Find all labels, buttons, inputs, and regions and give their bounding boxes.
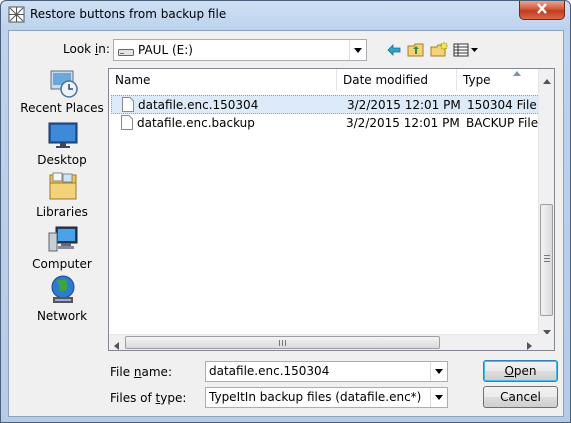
file-type: BACKUP File	[466, 116, 539, 130]
place-label: Libraries	[36, 205, 88, 219]
place-libraries[interactable]: Libraries	[17, 171, 107, 221]
place-network[interactable]: Network	[17, 275, 107, 325]
look-in-value: PAUL (E:)	[138, 43, 193, 57]
look-in-label: Look in:	[63, 42, 110, 56]
file-name-combo[interactable]: datafile.enc.150304	[205, 361, 448, 382]
place-computer[interactable]: Computer	[17, 223, 107, 273]
window-title: Restore buttons from backup file	[30, 7, 227, 21]
chevron-down-icon[interactable]	[430, 388, 447, 407]
file-name: datafile.enc.150304	[138, 98, 259, 112]
column-label: Name	[115, 73, 151, 87]
close-button[interactable]	[519, 1, 565, 20]
horizontal-scroll-thumb[interactable]	[125, 336, 440, 349]
new-folder-icon[interactable]	[428, 40, 450, 60]
view-menu-icon[interactable]	[452, 40, 480, 60]
places-bar: Recent Places Desktop Libraries Computer	[17, 67, 107, 337]
scroll-up-icon[interactable]	[543, 73, 551, 87]
file-date: 3/2/2015 12:01 PM	[347, 98, 461, 112]
place-recent-places[interactable]: Recent Places	[17, 67, 107, 117]
network-icon	[47, 275, 79, 307]
place-label: Network	[36, 309, 88, 323]
look-in-combo[interactable]: PAUL (E:)	[113, 39, 367, 61]
computer-icon	[47, 223, 79, 255]
desktop-icon	[47, 119, 79, 151]
files-of-type-label: Files of type:	[110, 391, 187, 405]
file-icon	[122, 97, 134, 112]
horizontal-scrollbar[interactable]	[109, 334, 539, 350]
close-icon	[536, 3, 548, 17]
scroll-left-icon[interactable]	[114, 339, 119, 353]
file-name-value: datafile.enc.150304	[209, 364, 330, 378]
recent-places-icon	[47, 67, 79, 99]
open-button[interactable]: Open	[483, 360, 558, 382]
file-row[interactable]: datafile.enc.150304 3/2/2015 12:01 PM 15…	[111, 95, 540, 114]
column-header-date[interactable]: Date modified	[337, 69, 457, 91]
chevron-down-icon[interactable]	[430, 362, 447, 381]
files-of-type-value: TypeItIn backup files (datafile.enc*)	[209, 390, 422, 404]
vertical-scroll-thumb[interactable]	[540, 204, 553, 316]
back-arrow-icon[interactable]	[383, 40, 405, 60]
file-date: 3/2/2015 12:01 PM	[346, 116, 460, 130]
app-icon	[8, 6, 25, 23]
files-of-type-combo[interactable]: TypeItIn backup files (datafile.enc*)	[205, 387, 448, 408]
column-header-name[interactable]: Name	[109, 69, 337, 91]
scroll-right-icon[interactable]	[527, 339, 532, 353]
dialog-window: Restore buttons from backup file Look in…	[0, 0, 571, 423]
file-list[interactable]: Name Date modified Type datafile.enc.150…	[108, 68, 555, 351]
sort-ascending-icon	[513, 61, 521, 83]
up-folder-icon[interactable]	[405, 40, 427, 60]
chevron-down-icon[interactable]	[349, 40, 366, 60]
cancel-button[interactable]: Cancel	[483, 386, 558, 408]
file-type: 150304 File	[467, 98, 537, 112]
vertical-scrollbar[interactable]	[538, 69, 554, 335]
column-label: Date modified	[343, 73, 429, 87]
column-label: Type	[463, 73, 491, 87]
place-label: Computer	[32, 257, 92, 271]
dialog-client: Look in: PAUL (E:) Recent Places Desktop…	[8, 30, 564, 417]
file-icon	[121, 115, 133, 130]
file-name-label: File name:	[110, 365, 172, 379]
column-header-type[interactable]: Type	[457, 69, 539, 91]
file-name: datafile.enc.backup	[137, 116, 255, 130]
place-desktop[interactable]: Desktop	[17, 119, 107, 169]
scroll-corner	[538, 334, 554, 350]
libraries-icon	[47, 171, 79, 203]
place-label: Desktop	[37, 153, 87, 167]
drive-icon	[118, 46, 134, 60]
place-label: Recent Places	[20, 101, 104, 115]
title-bar[interactable]: Restore buttons from backup file	[1, 1, 570, 29]
file-row[interactable]: datafile.enc.backup 3/2/2015 12:01 PM BA…	[111, 114, 540, 133]
